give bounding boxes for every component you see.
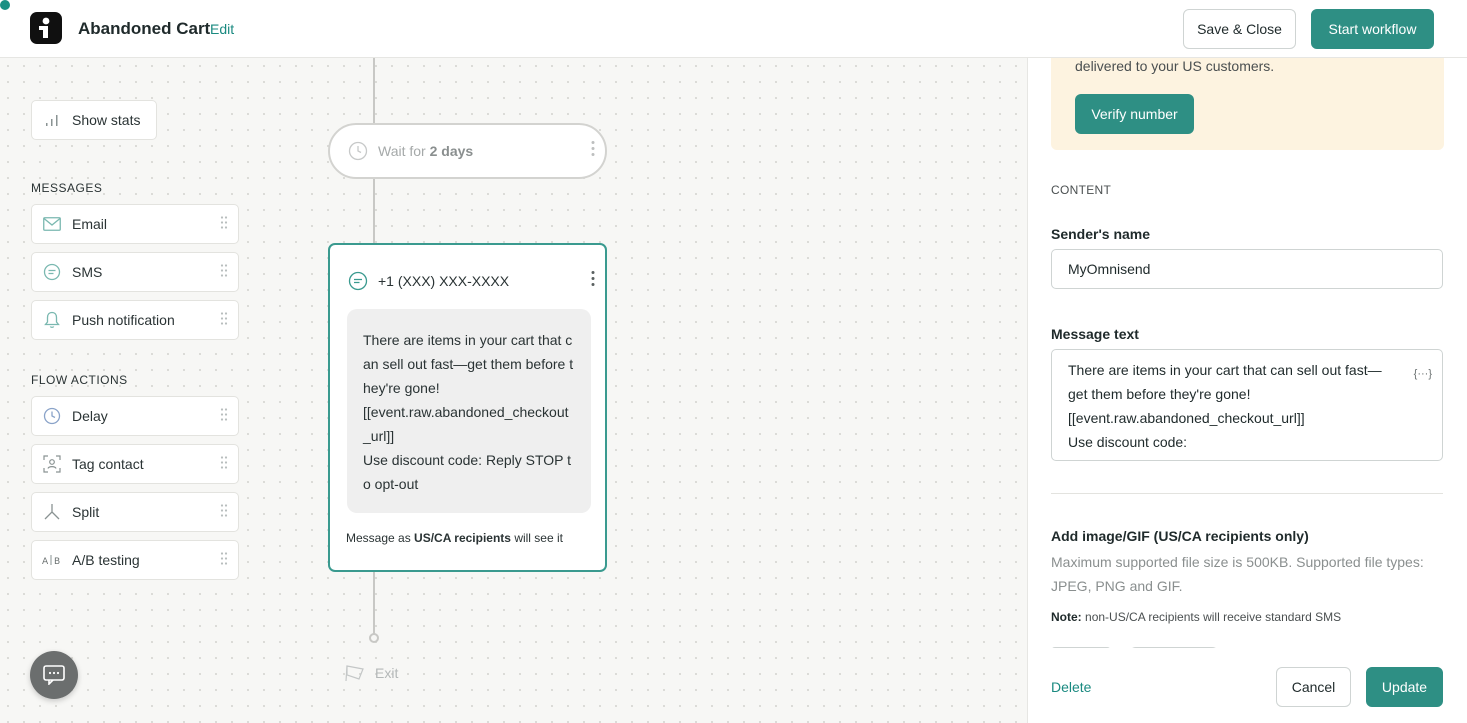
chat-icon: [43, 665, 65, 685]
wait-value: 2 days: [429, 143, 474, 159]
verify-number-banner: delivered to your US customers. Verify n…: [1051, 58, 1444, 150]
more-options-icon[interactable]: [591, 271, 595, 292]
drag-handle-icon[interactable]: [220, 504, 228, 521]
ab-icon: AB: [42, 550, 62, 570]
palette-item-label: Split: [72, 504, 100, 520]
panel-footer: Delete Cancel Update: [1028, 648, 1467, 723]
top-bar: Abandoned Cart Edit Save & Close Start w…: [0, 0, 1467, 58]
sms-phone: +1 (XXX) XXX-XXXX: [378, 273, 510, 289]
banner-text: delivered to your US customers.: [1075, 58, 1275, 74]
workflow-canvas[interactable]: Show stats MESSAGES Email SMS Push notif…: [0, 58, 1027, 723]
message-text-value: There are items in your cart that can se…: [1068, 362, 1382, 450]
sms-node[interactable]: +1 (XXX) XXX-XXXX There are items in you…: [328, 243, 607, 572]
flow-actions-section-label: FLOW ACTIONS: [31, 373, 128, 387]
drag-handle-icon[interactable]: [220, 312, 228, 329]
show-stats-label: Show stats: [72, 112, 141, 128]
palette-item-email[interactable]: Email: [31, 204, 239, 244]
edit-title-link[interactable]: Edit: [210, 21, 234, 37]
palette-item-label: A/B testing: [72, 552, 140, 568]
palette-item-tag-contact[interactable]: Tag contact: [31, 444, 239, 484]
message-text-label: Message text: [1051, 326, 1139, 342]
split-icon: [42, 502, 62, 522]
omnisend-logo-icon[interactable]: [30, 12, 62, 44]
stats-icon: [42, 110, 62, 130]
more-options-icon[interactable]: [591, 141, 595, 162]
palette-item-label: Tag contact: [72, 456, 144, 472]
delete-button[interactable]: Delete: [1051, 679, 1091, 695]
image-upload-help: Maximum supported file size is 500KB. Su…: [1051, 554, 1424, 594]
palette-item-ab-testing[interactable]: AB A/B testing: [31, 540, 239, 580]
sender-name-input[interactable]: [1051, 249, 1443, 289]
sender-name-label: Sender's name: [1051, 226, 1151, 242]
palette-item-split[interactable]: Split: [31, 492, 239, 532]
palette-item-label: Push notification: [72, 312, 175, 328]
note-text: non-US/CA recipients will receive standa…: [1085, 610, 1342, 624]
svg-text:A: A: [42, 557, 49, 566]
wait-text: Wait for 2 days: [378, 143, 473, 159]
palette-item-label: Delay: [72, 408, 108, 424]
sms-preview-footer: Message as US/CA recipients will see it: [346, 531, 563, 545]
content-section-label: CONTENT: [1051, 183, 1112, 197]
svg-text:B: B: [54, 557, 60, 566]
clock-icon: [348, 141, 368, 161]
exit-label: Exit: [375, 665, 399, 681]
image-upload-label: Add image/GIF (US/CA recipients only): [1051, 528, 1309, 544]
show-stats-button[interactable]: Show stats: [31, 100, 157, 140]
palette-item-label: Email: [72, 216, 108, 232]
drag-handle-icon[interactable]: [220, 408, 228, 425]
palette-item-push-notification[interactable]: Push notification: [31, 300, 239, 340]
save-close-button[interactable]: Save & Close: [1183, 9, 1296, 49]
image-upload-note: Note: non-US/CA recipients will receive …: [1051, 610, 1341, 624]
sms-preview-bubble: There are items in your cart that can se…: [347, 309, 591, 513]
drag-handle-icon[interactable]: [220, 216, 228, 233]
footer-recipients: US/CA recipients: [414, 531, 511, 545]
footer-prefix: Message as: [346, 531, 411, 545]
bell-icon: [42, 310, 62, 330]
tag-contact-icon: [42, 454, 62, 474]
sms-icon: [42, 262, 62, 282]
footer-suffix: will see it: [514, 531, 563, 545]
palette-item-sms[interactable]: SMS: [31, 252, 239, 292]
note-bold: Note:: [1051, 610, 1082, 624]
status-dot: [0, 0, 10, 10]
drag-handle-icon[interactable]: [220, 552, 228, 569]
clock-icon: [42, 406, 62, 426]
wait-prefix: Wait for: [378, 143, 426, 159]
drag-handle-icon[interactable]: [220, 456, 228, 473]
sms-node-header: +1 (XXX) XXX-XXXX: [348, 271, 509, 291]
palette-item-label: SMS: [72, 264, 103, 280]
exit-node: Exit: [345, 664, 398, 682]
flow-connector: [373, 58, 375, 123]
flow-connector: [373, 572, 375, 634]
drag-handle-icon[interactable]: [220, 264, 228, 281]
flow-end-dot: [369, 633, 379, 643]
cancel-button[interactable]: Cancel: [1276, 667, 1351, 707]
verify-number-button[interactable]: Verify number: [1075, 94, 1194, 134]
mail-icon: [42, 214, 62, 234]
palette-item-delay[interactable]: Delay: [31, 396, 239, 436]
flow-connector: [373, 179, 375, 243]
insert-variable-icon[interactable]: {···}: [1414, 362, 1432, 386]
chat-support-button[interactable]: [30, 651, 78, 699]
update-button[interactable]: Update: [1366, 667, 1443, 707]
message-text-area[interactable]: There are items in your cart that can se…: [1051, 349, 1443, 461]
start-workflow-button[interactable]: Start workflow: [1311, 9, 1434, 49]
section-divider: [1051, 493, 1443, 494]
wait-node[interactable]: Wait for 2 days: [328, 123, 607, 179]
flag-icon: [345, 664, 367, 682]
sms-settings-panel: delivered to your US customers. Verify n…: [1027, 58, 1467, 723]
sms-icon: [348, 271, 368, 291]
page-title: Abandoned Cart: [78, 19, 211, 38]
messages-section-label: MESSAGES: [31, 181, 103, 195]
